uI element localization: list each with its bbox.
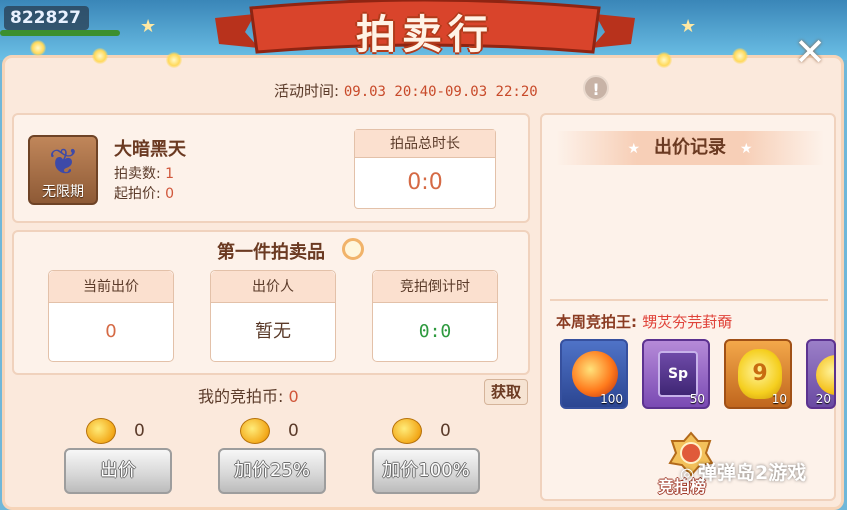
exp-bar [0, 30, 120, 36]
star-icon: ★ [627, 141, 640, 157]
total-duration-box: 拍品总时长 0:0 [354, 129, 496, 209]
item-quantity: 拍卖数: 1 [114, 163, 174, 183]
weekly-king-label: 本周竞拍王: [556, 313, 637, 331]
watermark: ◎ 弹弹岛2游戏 [680, 458, 806, 485]
my-coins: 我的竞拍币: 0 [198, 383, 299, 407]
reward-item[interactable]: Sp 50 [642, 339, 710, 409]
page-title: 拍卖行 [356, 12, 494, 58]
coin-icon [86, 418, 116, 444]
item-quantity-value: 1 [165, 166, 175, 182]
bid-button[interactable]: 出价 [64, 448, 172, 494]
close-button[interactable]: ✕ [790, 33, 830, 74]
raise-100-button[interactable]: 加价100% [372, 448, 480, 494]
gold-orb-icon [816, 355, 834, 395]
item-start-price-label: 起拍价: [114, 186, 161, 202]
item-info-box: ❦ 无限期 大暗黑天 拍卖数: 1 起拍价: 0 拍品总时长 0:0 [12, 113, 530, 223]
reward-count: 10 [771, 392, 787, 406]
bidder-label: 出价人 [211, 271, 335, 303]
current-bid-value: 0 [105, 321, 117, 342]
total-duration-label: 拍品总时长 [355, 130, 495, 158]
my-coins-label: 我的竞拍币: [198, 387, 284, 406]
bidder-value: 暂无 [255, 321, 291, 342]
coin-icon [392, 418, 422, 444]
reward-item[interactable]: 9 10 [724, 339, 792, 409]
current-bid-label: 当前出价 [49, 271, 173, 303]
bid-cost: 0 [134, 421, 145, 441]
reward-item[interactable]: 20 [806, 339, 836, 409]
bid-record-panel: ★ 出价记录 ★ 本周竞拍王: 甥炗夯芫葑奣 100 Sp 50 9 10 20 竞… [540, 113, 836, 501]
item-start-price: 起拍价: 0 [114, 183, 174, 203]
reward-count: 100 [600, 392, 623, 406]
reward-count: 50 [689, 392, 705, 406]
obtain-button[interactable]: 获取 [484, 379, 528, 405]
lot-title: 第一件拍卖品 [217, 242, 325, 263]
item-name: 大暗黑天 [114, 139, 186, 160]
raise100-cost: 0 [440, 421, 451, 441]
bidder-box: 出价人 暂无 [210, 270, 336, 362]
bid-record-title: 出价记录 [654, 137, 726, 158]
watermark-text: 弹弹岛2游戏 [697, 462, 807, 484]
total-duration-value: 0:0 [407, 170, 443, 195]
activity-time-label: 活动时间: [274, 82, 340, 100]
reward-count: 20 [815, 392, 831, 406]
weekly-king-name: 甥炗夯芫葑奣 [642, 313, 733, 331]
raise25-cost: 0 [288, 421, 299, 441]
reward-item[interactable]: 100 [560, 339, 628, 409]
countdown-value: 0:0 [418, 321, 452, 342]
current-bid-box: 当前出价 0 [48, 270, 174, 362]
lot-box: 第一件拍卖品 当前出价 0 出价人 暂无 竞拍倒计时 0:0 [12, 230, 530, 375]
my-coins-value: 0 [288, 387, 299, 406]
wings-icon: ❦ [48, 142, 80, 183]
star-icon: ★ [740, 141, 753, 157]
countdown-box: 竞拍倒计时 0:0 [372, 270, 498, 362]
coin-icon [240, 418, 270, 444]
divider [550, 299, 828, 301]
player-score: 822827 [4, 6, 89, 30]
activity-time-value: 09.03 20:40-09.03 22:20 [343, 84, 538, 100]
title-banner: 拍卖行 [215, 0, 635, 66]
info-icon[interactable]: ! [583, 75, 609, 101]
activity-time: 活动时间: 09.03 20:40-09.03 22:20 [274, 80, 538, 101]
item-quantity-label: 拍卖数: [114, 166, 161, 182]
countdown-label: 竞拍倒计时 [373, 271, 497, 303]
item-icon[interactable]: ❦ 无限期 [28, 135, 98, 205]
wechat-icon: ◎ [680, 464, 694, 483]
sp-card-icon: Sp [658, 351, 698, 397]
search-icon[interactable] [342, 238, 364, 260]
bid-record-header: ★ 出价记录 ★ [556, 131, 824, 165]
item-duration-tag: 无限期 [42, 184, 84, 200]
raise-25-button[interactable]: 加价25% [218, 448, 326, 494]
fire-orb-icon [572, 351, 618, 397]
weekly-king: 本周竞拍王: 甥炗夯芫葑奣 [556, 311, 732, 332]
item-start-price-value: 0 [165, 186, 175, 202]
